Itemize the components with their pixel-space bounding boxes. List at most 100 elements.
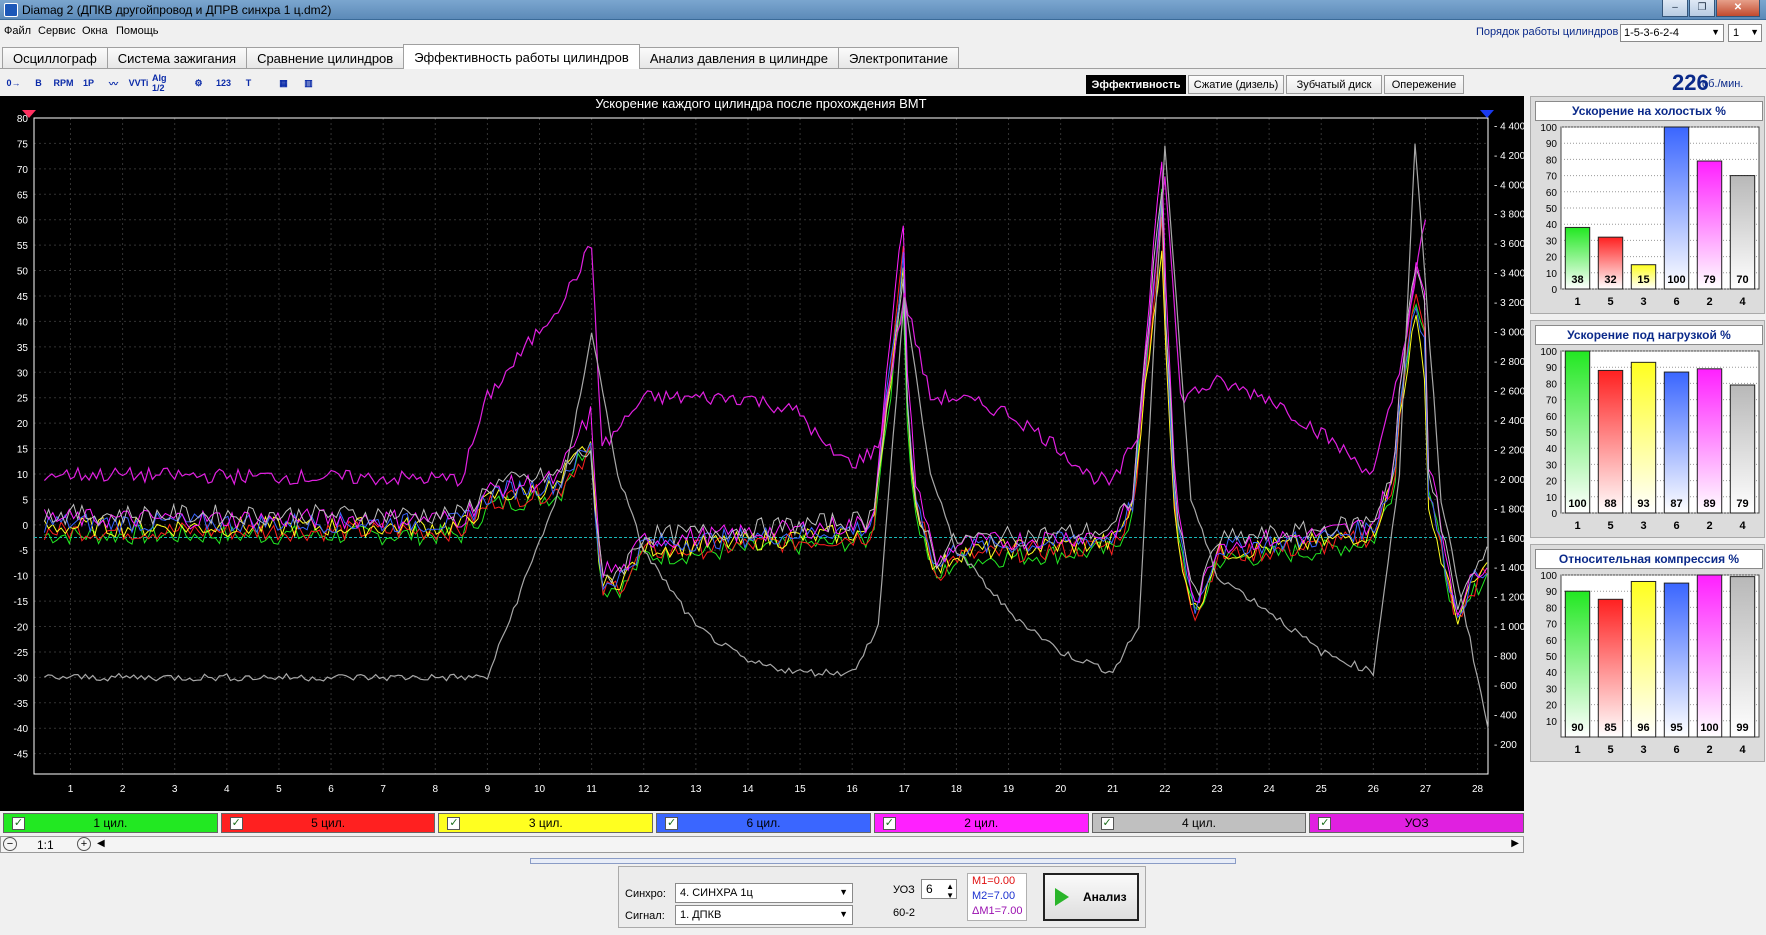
y2-tick-label: - 400 (1494, 710, 1517, 721)
bar-chart-svg: 1009080706050403020100381325153100679270… (1540, 123, 1760, 308)
y2-tick-label: - 2 200 (1494, 445, 1524, 456)
bar-y-tick: 40 (1546, 220, 1558, 231)
legend-item[interactable]: ✓ 3 цил. (438, 813, 654, 833)
checkbox-icon[interactable]: ✓ (665, 817, 679, 830)
y-tick-label: 5 (22, 495, 28, 506)
zoom-level: 1:1 (37, 838, 54, 852)
x-tick-label: 28 (1472, 784, 1484, 795)
zoom-scroll-bar: − 1:1 + ◀ ▶ (0, 836, 1524, 853)
legend-item[interactable]: ✓ 2 цил. (873, 813, 1089, 833)
y-tick-label: -10 (14, 572, 29, 583)
bar (1663, 126, 1690, 290)
bar-value-label: 32 (1604, 274, 1616, 286)
bar-y-tick: 100 (1540, 123, 1557, 134)
tab-4[interactable]: Эффективность работы цилиндров (403, 44, 640, 69)
rpm-line (44, 143, 1489, 729)
bar (1696, 368, 1723, 514)
marker-m2: M2=7.00 (972, 890, 1016, 902)
bar-y-tick: 0 (1551, 509, 1557, 520)
panel-splitter[interactable] (530, 858, 1236, 864)
y2-tick-label: - 4 400 (1494, 121, 1524, 132)
y2-tick-label: - 3 000 (1494, 328, 1524, 339)
bar-y-tick: 20 (1546, 477, 1558, 488)
y-tick-label: 25 (17, 394, 29, 405)
zoom-out-button[interactable]: − (3, 837, 17, 851)
vvti-icon[interactable]: VVTi (127, 73, 150, 93)
scale-icon[interactable]: 123 (212, 73, 235, 93)
scroll-left-icon[interactable]: ◀ (97, 838, 105, 849)
legend-item[interactable]: ✓ 5 цил. (220, 813, 436, 833)
zoom-rpm-icon[interactable]: RPM (52, 73, 75, 93)
compare-icon[interactable]: ▦ (272, 73, 295, 93)
legend-item[interactable]: ✓ 6 цил. (656, 813, 871, 833)
menu-windows[interactable]: Окна (82, 25, 108, 37)
subtab-1[interactable]: Эффективность (1086, 75, 1186, 94)
marker-values: M1=0.00 M2=7.00 ΔM1=7.00 (967, 873, 1027, 921)
tab-5[interactable]: Анализ давления в цилиндре (638, 47, 839, 69)
x-tick-label: 15 (795, 784, 807, 795)
checkbox-icon[interactable]: ✓ (882, 817, 896, 830)
bars-icon[interactable]: ▥ (297, 73, 320, 93)
marker-tool-icon[interactable]: 0→ (2, 73, 25, 93)
bar-y-tick: 50 (1546, 652, 1558, 663)
y2-tick-label: - 4 200 (1494, 151, 1524, 162)
scroll-right-icon[interactable]: ▶ (1511, 838, 1519, 849)
cylinder-order-select[interactable]: 1-5-3-6-2-4 ▼ (1620, 24, 1724, 42)
checkbox-icon[interactable]: ✓ (1100, 817, 1114, 830)
analyze-button[interactable]: Анализ (1043, 873, 1139, 921)
legend-item[interactable]: ✓ УОЗ (1309, 813, 1525, 833)
y-tick-label: 10 (17, 470, 29, 481)
bar-y-tick: 50 (1546, 428, 1558, 439)
subtab-2[interactable]: Сжатие (дизель) (1188, 75, 1284, 94)
x-tick-label: 20 (1055, 784, 1067, 795)
subtab-4[interactable]: Опережение (1384, 75, 1464, 94)
sync-icon[interactable]: ⚙ (187, 73, 210, 93)
close-button[interactable]: ✕ (1716, 0, 1760, 17)
marker-m2-icon[interactable] (1480, 110, 1494, 118)
tab-2[interactable]: Система зажигания (106, 47, 248, 69)
y-tick-label: -25 (14, 648, 29, 659)
y-tick-label: 65 (17, 190, 29, 201)
efficiency-chart[interactable]: Ускорение каждого цилиндра после прохожд… (0, 96, 1526, 811)
x-tick-label: 14 (742, 784, 754, 795)
legend-item[interactable]: ✓ 1 цил. (3, 813, 218, 833)
x-tick-label: 26 (1368, 784, 1380, 795)
right-bar-panels: Ускорение на холостых % 100 90 80 70 60 50 40 30… (1530, 96, 1766, 856)
menu-service[interactable]: Сервис (38, 25, 76, 37)
maximize-button[interactable]: ❐ (1689, 0, 1715, 17)
series-legend: ✓ 1 цил. ✓ 5 цил. ✓ 3 цил. ✓ 6 цил. ✓ 2 цил. ✓ 4 ци… (0, 813, 1525, 835)
menu-help[interactable]: Помощь (116, 25, 159, 37)
tab-1[interactable]: Осциллограф (2, 47, 108, 69)
bar-value-label: 79 (1703, 274, 1715, 286)
signal-select[interactable]: 1. ДПКВ ▼ (675, 905, 853, 925)
checkbox-icon[interactable]: ✓ (229, 817, 243, 830)
checkbox-icon[interactable]: ✓ (12, 817, 25, 830)
menu-file[interactable]: Файл (4, 25, 31, 37)
tab-3[interactable]: Сравнение цилиндров (246, 47, 405, 69)
alg-icon[interactable]: Alg 1/2 (152, 73, 175, 93)
bar-y-tick: 90 (1546, 363, 1558, 374)
minimize-button[interactable]: – (1662, 0, 1688, 17)
legend-item[interactable]: ✓ 4 цил. (1091, 813, 1307, 833)
cylinder-order-value: 1-5-3-6-2-4 (1624, 27, 1680, 39)
zoom-in-button[interactable]: + (77, 837, 91, 851)
cylinder-number-spin[interactable]: 1 ▼ (1728, 24, 1762, 42)
toolbar: 0→ B RPM 1P 〰 VVTi Alg 1/2 ⚙ 123 T ▦ ▥ (2, 72, 322, 94)
checkbox-icon[interactable]: ✓ (447, 817, 461, 830)
legend-label: 3 цил. (528, 816, 563, 830)
y-tick-label: 35 (17, 343, 29, 354)
uoz-spinner[interactable]: 6 ▲ ▼ (921, 879, 957, 900)
bar-panel-2: Ускорение под нагрузкой % 100 90 80 70 60 50 40… (1530, 320, 1765, 538)
sync-select[interactable]: 4. СИНХРА 1ц ▼ (675, 883, 853, 903)
legend-label: 5 цил. (311, 816, 346, 830)
bar-category-label: 1 (1574, 744, 1580, 756)
subtab-3[interactable]: Зубчатый диск (1286, 75, 1382, 94)
cylinder-select-icon[interactable]: 1P (77, 73, 100, 93)
signal-value: 1. ДПКВ (680, 909, 722, 921)
checkbox-icon[interactable]: ✓ (1318, 817, 1332, 830)
bar-category-label: 4 (1739, 296, 1746, 308)
bold-tool-icon[interactable]: B (27, 73, 50, 93)
tab-6[interactable]: Электропитание (837, 47, 959, 69)
trace-icon[interactable]: 〰 (102, 73, 125, 93)
filter-icon[interactable]: T (237, 73, 260, 93)
